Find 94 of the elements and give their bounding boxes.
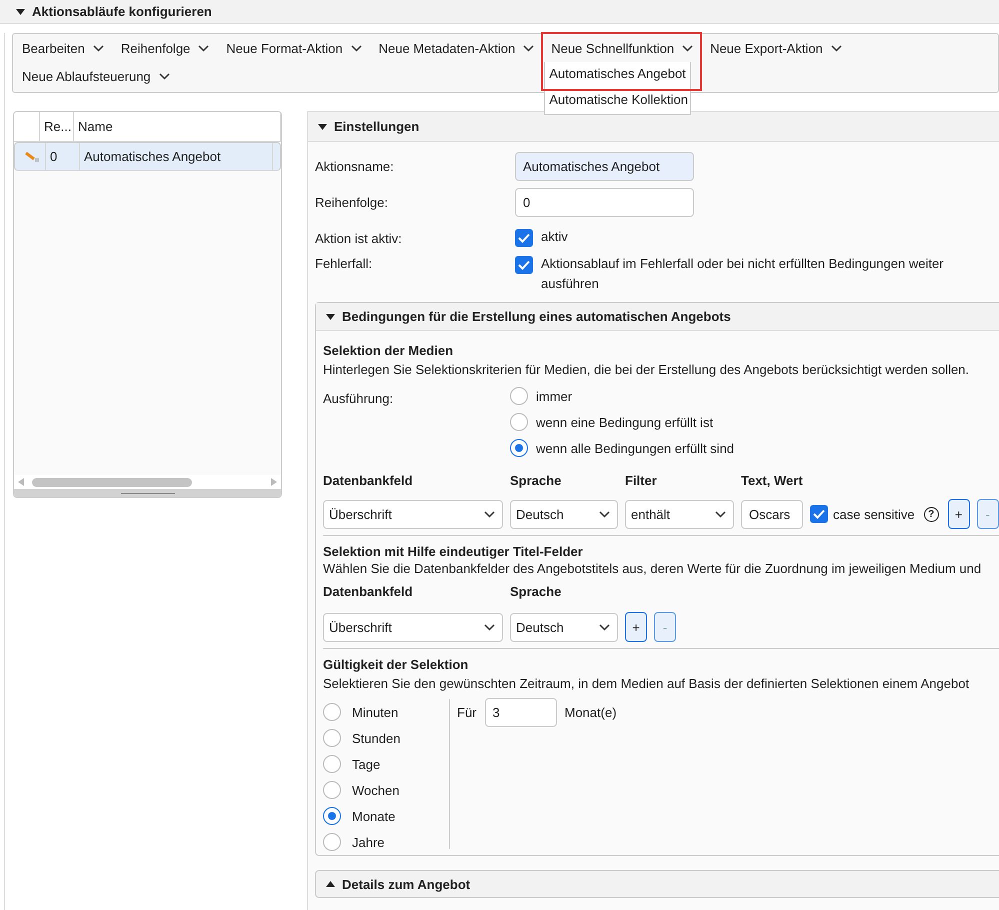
chevron-down-icon xyxy=(599,510,610,518)
section-title: Bedingungen für die Erstellung eines automatischen Angebots xyxy=(342,309,731,324)
column-header[interactable]: Name xyxy=(74,112,281,141)
select-field[interactable]: enthält xyxy=(625,500,734,528)
menu-button[interactable]: Reihenfolge xyxy=(120,40,210,56)
field-label: Aktionsname: xyxy=(315,158,395,174)
chevron-down-icon xyxy=(715,510,726,518)
radio-button[interactable] xyxy=(323,807,341,825)
chevron-down-icon xyxy=(682,44,694,52)
column-header[interactable]: Re... xyxy=(40,112,74,141)
chevron-down-icon xyxy=(830,44,842,52)
description: Selektieren Sie den gewünschten Zeitraum, in dem Medien auf Basis der definierten Selektionen einem Angebot xyxy=(323,676,970,691)
menu-button[interactable]: Neue Format-Aktion xyxy=(226,40,362,56)
checkbox[interactable] xyxy=(515,256,533,274)
radio-label: Monate xyxy=(352,808,396,824)
add-button[interactable]: + xyxy=(948,499,970,529)
add-button[interactable]: + xyxy=(625,612,647,642)
chevron-down-icon xyxy=(484,510,495,518)
chevron-down-icon xyxy=(158,72,170,80)
pencil-icon xyxy=(24,152,40,162)
checkbox-label: Aktionsablauf im Fehlerfall oder bei nicht erfüllten Bedingungen weiter ausführen xyxy=(541,255,945,293)
menu-button[interactable]: Neue Metadaten-Aktion xyxy=(378,40,534,56)
menu-option[interactable]: Automatisches Angebot xyxy=(545,62,690,88)
text-field[interactable]: Automatisches Angebot xyxy=(515,152,694,180)
menu-button[interactable]: Neue Schnellfunktion xyxy=(551,40,694,56)
chevron-down-icon xyxy=(523,44,534,52)
description: Wählen Sie die Datenbankfelder des Angebotstitels aus, deren Werte für die Zuordnung im jeweiligen Medium und xyxy=(323,561,982,576)
column-heading: Datenbankfeld xyxy=(323,472,414,488)
radio-label: Stunden xyxy=(352,730,400,746)
checkbox[interactable] xyxy=(810,505,828,523)
section-title: Aktionsabläufe konfigurieren xyxy=(32,4,212,19)
table-row[interactable]: 0 Automatisches Angebot xyxy=(14,142,281,171)
section-heading: Selektion mit Hilfe eindeutiger Titel-Felder xyxy=(323,544,584,559)
chevron-down-icon xyxy=(599,624,610,630)
radio-label: Tage xyxy=(352,756,380,772)
select-field[interactable]: Deutsch xyxy=(510,612,618,642)
radio-label: wenn alle Bedingungen erfüllt sind xyxy=(536,440,734,456)
section-header[interactable]: Einstellungen xyxy=(308,112,999,142)
radio-button[interactable] xyxy=(323,781,341,799)
table-cell: Automatisches Angebot xyxy=(80,143,273,170)
field-label: Für xyxy=(457,705,476,720)
unit-label: Monat(e) xyxy=(564,705,617,720)
column-heading: Sprache xyxy=(510,472,562,488)
resize-handle[interactable] xyxy=(14,489,281,497)
radio-label: Minuten xyxy=(352,704,398,720)
section-header[interactable]: Details zum Angebot xyxy=(315,870,999,898)
column-heading: Datenbankfeld xyxy=(323,584,414,598)
table-cell: 0 xyxy=(46,143,80,170)
field-label: Reihenfolge: xyxy=(315,194,389,210)
column-heading: Filter xyxy=(625,472,658,488)
chevron-down-icon xyxy=(198,44,210,52)
section-heading: Gültigkeit der Selektion xyxy=(323,657,470,672)
menu-button[interactable]: Neue Ablaufsteuerung xyxy=(22,68,170,84)
menu-option[interactable]: Automatische Kollektion xyxy=(545,88,690,114)
section-heading: Selektion der Medien xyxy=(323,343,454,358)
column-heading: Sprache xyxy=(510,584,562,598)
select-field[interactable]: Überschrift xyxy=(323,500,503,528)
section-header[interactable]: Bedingungen für die Erstellung eines automatischen Angebots xyxy=(316,303,999,331)
radio-button[interactable] xyxy=(510,413,528,431)
text-field[interactable]: 3 xyxy=(484,698,556,727)
radio-button[interactable] xyxy=(323,703,341,721)
section-title: Einstellungen xyxy=(334,119,420,134)
checkbox-label: case sensitive xyxy=(833,506,915,522)
chevron-down-icon xyxy=(92,44,104,52)
radio-button[interactable] xyxy=(323,755,341,773)
description: Hinterlegen Sie Selektionskriterien für Medien, die bei der Erstellung des Angebots berücksichtigt werden sollen. xyxy=(323,362,970,377)
chevron-down-icon xyxy=(350,44,362,52)
field-label: Aktion ist aktiv: xyxy=(315,230,403,246)
section-title: Details zum Angebot xyxy=(342,876,470,892)
section-header[interactable]: Aktionsabläufe konfigurieren xyxy=(0,0,999,24)
column-heading: Text, Wert xyxy=(741,472,803,488)
radio-button[interactable] xyxy=(510,439,528,457)
scrollbar-thumb[interactable] xyxy=(32,478,192,486)
radio-button[interactable] xyxy=(323,729,341,747)
radio-label: immer xyxy=(536,388,572,404)
radio-label: Wochen xyxy=(352,782,400,798)
radio-label: wenn eine Bedingung erfüllt ist xyxy=(536,414,714,430)
field-label: Fehlerfall: xyxy=(315,256,374,271)
radio-button[interactable] xyxy=(510,387,528,405)
chevron-down-icon xyxy=(484,624,495,630)
radio-button[interactable] xyxy=(323,833,341,851)
text-field[interactable]: 0 xyxy=(515,188,694,216)
text-field[interactable]: Oscars xyxy=(741,500,803,528)
menu-button[interactable]: Neue Export-Aktion xyxy=(710,40,842,56)
checkbox-label: aktiv xyxy=(541,228,569,246)
field-label: Ausführung: xyxy=(323,390,394,408)
checkbox[interactable] xyxy=(515,229,533,247)
select-field[interactable]: Überschrift xyxy=(323,612,503,642)
right-arrow-icon[interactable] xyxy=(271,478,277,486)
select-field[interactable]: Deutsch xyxy=(510,500,618,528)
left-arrow-icon[interactable] xyxy=(18,478,24,486)
radio-label: Jahre xyxy=(352,834,385,850)
menu-button[interactable]: Bearbeiten xyxy=(22,40,104,56)
help-icon[interactable]: ? xyxy=(924,506,939,522)
